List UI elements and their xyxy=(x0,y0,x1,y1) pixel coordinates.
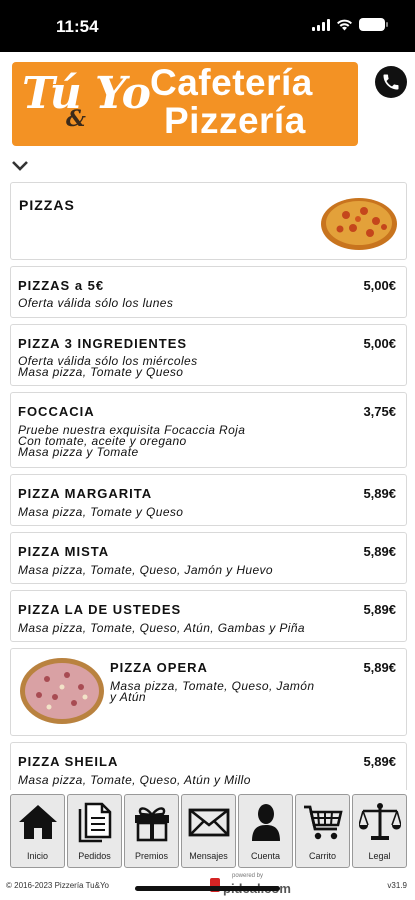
menu-item[interactable]: PIZZA SHEILA 5,89€ Masa pizza, Tomate, Q… xyxy=(10,742,407,790)
item-name: PIZZA MISTA xyxy=(18,544,110,559)
tab-pedidos[interactable]: Pedidos xyxy=(67,794,122,868)
menu-item[interactable]: PIZZAS a 5€ 5,00€ Oferta válida sólo los… xyxy=(10,266,407,318)
status-bar: 11:54 xyxy=(0,0,415,52)
tab-label: Cuenta xyxy=(250,851,281,861)
call-button[interactable] xyxy=(375,66,407,98)
item-description: Masa pizza, Tomate y Queso xyxy=(18,365,184,379)
item-name: FOCCACIA xyxy=(18,404,95,419)
item-price: 5,89€ xyxy=(363,602,396,617)
chevron-down-icon[interactable] xyxy=(10,158,30,174)
envelope-icon xyxy=(188,808,230,837)
tab-cuenta[interactable]: Cuenta xyxy=(238,794,293,868)
logo-ampersand: & xyxy=(66,106,86,132)
item-price: 3,75€ xyxy=(363,404,396,419)
app-header: Tú Yo & Cafetería Pizzería xyxy=(0,52,415,152)
user-icon xyxy=(252,804,280,841)
tab-label: Inicio xyxy=(26,851,48,861)
menu-item[interactable]: FOCCACIA 3,75€ Pruebe nuestra exquisita … xyxy=(10,392,407,468)
item-price: 5,89€ xyxy=(363,754,396,769)
home-icon xyxy=(19,805,57,839)
tab-label: Legal xyxy=(368,851,391,861)
gift-icon xyxy=(135,807,169,842)
brand-logo[interactable]: Tú Yo & Cafetería Pizzería xyxy=(12,62,358,146)
item-name: PIZZA MARGARITA xyxy=(18,486,153,501)
menu-list[interactable]: PIZZAS PIZZAS a 5€ 5,00€ Oferta válida s… xyxy=(10,182,407,790)
status-time: 11:54 xyxy=(56,17,99,36)
tab-carrito[interactable]: Carrito xyxy=(295,794,350,868)
tab-label: Premios xyxy=(134,851,168,861)
item-price: 5,00€ xyxy=(363,278,396,293)
menu-item[interactable]: PIZZA MARGARITA 5,89€ Masa pizza, Tomate… xyxy=(10,474,407,526)
item-price: 5,89€ xyxy=(363,486,396,501)
item-description: Masa pizza, Tomate, Queso, Atún, Gambas … xyxy=(18,621,305,635)
item-price: 5,89€ xyxy=(363,660,396,675)
document-icon xyxy=(78,802,112,843)
tab-legal[interactable]: Legal xyxy=(352,794,407,868)
version-text: v31.9 xyxy=(387,881,407,890)
scales-icon xyxy=(359,803,401,840)
powered-by-label: powered by xyxy=(232,873,264,879)
item-description: y Atún xyxy=(110,690,146,704)
category-header: PIZZAS xyxy=(10,182,407,260)
item-description: Masa pizza, Tomate, Queso, Atún y Millo xyxy=(18,773,251,787)
item-name: PIZZAS a 5€ xyxy=(18,278,105,293)
cart-icon xyxy=(304,805,343,840)
item-name: PIZZA LA DE USTEDES xyxy=(18,602,182,617)
menu-item[interactable]: PIZZA OPERA 5,89€ Masa pizza, Tomate, Qu… xyxy=(10,648,407,736)
tab-inicio[interactable]: Inicio xyxy=(10,794,65,868)
item-description: Masa pizza y Tomate xyxy=(18,445,139,459)
tab-label: Carrito xyxy=(308,851,336,861)
item-description: Oferta válida sólo los lunes xyxy=(18,296,174,310)
category-title: PIZZAS xyxy=(19,197,75,213)
menu-item[interactable]: PIZZA MISTA 5,89€ Masa pizza, Tomate, Qu… xyxy=(10,532,407,584)
phone-icon xyxy=(383,74,399,90)
item-name: PIZZA 3 INGREDIENTES xyxy=(18,336,188,351)
pizza-image xyxy=(321,198,397,250)
logo-line-2: Pizzería xyxy=(164,100,306,141)
menu-item[interactable]: PIZZA 3 INGREDIENTES 5,00€ Oferta válida… xyxy=(10,324,407,386)
item-price: 5,89€ xyxy=(363,544,396,559)
copyright-text: © 2016-2023 Pizzería Tu&Yo xyxy=(6,881,109,890)
item-description: Masa pizza, Tomate y Queso xyxy=(18,505,184,519)
tab-label: Pedidos xyxy=(78,851,111,861)
item-image xyxy=(20,658,104,724)
home-indicator[interactable] xyxy=(135,886,280,891)
item-name: PIZZA OPERA xyxy=(110,660,208,675)
powered-by-logo[interactable]: powered by pideal.com xyxy=(210,873,291,896)
tab-premios[interactable]: Premios xyxy=(124,794,179,868)
logo-line-1: Cafetería xyxy=(150,62,313,103)
tab-mensajes[interactable]: Mensajes xyxy=(181,794,236,868)
wifi-icon xyxy=(337,19,352,30)
cellular-signal-icon xyxy=(312,18,330,31)
bottom-tab-bar: Inicio Pedidos Premios Mensajes Cuenta C… xyxy=(0,792,415,870)
battery-icon xyxy=(359,18,388,31)
status-icons xyxy=(312,18,388,31)
item-name: PIZZA SHEILA xyxy=(18,754,119,769)
item-description: Masa pizza, Tomate, Queso, Jamón y Huevo xyxy=(18,563,274,577)
item-price: 5,00€ xyxy=(363,336,396,351)
tab-label: Mensajes xyxy=(189,851,228,861)
menu-item[interactable]: PIZZA LA DE USTEDES 5,89€ Masa pizza, To… xyxy=(10,590,407,642)
